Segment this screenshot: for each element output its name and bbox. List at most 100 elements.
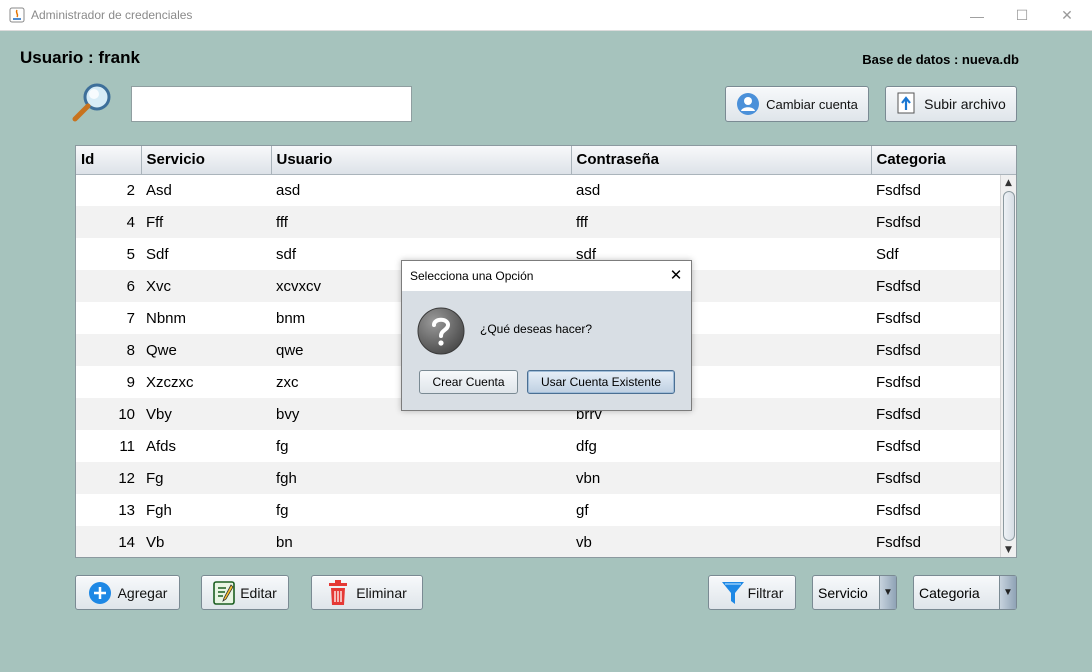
database-label: Base de datos : nueva.db	[862, 52, 1019, 67]
cell-service: Sdf	[146, 245, 169, 263]
column-header-password[interactable]: Contraseña	[571, 146, 872, 175]
table-row[interactable]: 2 Asd asd asd Fsdfsd	[76, 174, 1001, 206]
cell-id: 10	[76, 398, 141, 430]
cell-category: Fsdfsd	[876, 437, 922, 455]
cell-password: gf	[576, 501, 589, 519]
cell-id: 8	[76, 334, 141, 366]
cell-id: 11	[119, 437, 135, 455]
service-filter-value: Servicio	[818, 585, 868, 601]
create-account-button[interactable]: Crear Cuenta	[419, 370, 518, 394]
table-header-corner	[1000, 146, 1016, 175]
cell-category: Fsdfsd	[871, 526, 1001, 557]
cell-service: Fgh	[146, 501, 172, 519]
cell-user: fff	[271, 206, 571, 238]
cell-category: Fsdfsd	[876, 309, 922, 327]
category-filter-select[interactable]: Categoria ▼	[913, 575, 1017, 610]
edit-button[interactable]: Editar	[201, 575, 289, 610]
upload-file-button[interactable]: Subir archivo	[885, 86, 1017, 122]
trash-icon	[329, 579, 348, 605]
dialog-title: Selecciona una Opción	[410, 269, 534, 283]
cell-category: Fsdfsd	[871, 270, 1001, 302]
cell-id: 9	[126, 373, 135, 391]
cell-password: vbn	[571, 462, 871, 494]
cell-id: 12	[76, 462, 141, 494]
cell-id: 6	[76, 270, 141, 302]
cell-user: fg	[276, 437, 289, 455]
cell-category: Fsdfsd	[871, 398, 1001, 430]
current-user-label: Usuario : frank	[20, 48, 140, 67]
use-existing-account-button[interactable]: Usar Cuenta Existente	[527, 370, 675, 394]
cell-id: 13	[118, 501, 135, 519]
dialog-titlebar[interactable]: Selecciona una Opción ✕	[402, 261, 691, 291]
table-row[interactable]: 12 Fg fgh vbn Fsdfsd	[76, 462, 1001, 494]
column-header-id[interactable]: Id	[76, 146, 142, 175]
column-header-user[interactable]: Usuario	[271, 146, 572, 175]
upload-file-label: Subir archivo	[924, 96, 1006, 112]
cell-category: Sdf	[876, 245, 899, 263]
maximize-button[interactable]: ☐	[999, 0, 1045, 31]
table-row[interactable]: 11 Afds fg dfg Fsdfsd	[76, 430, 1001, 462]
cell-id: 5	[126, 245, 135, 263]
change-account-label: Cambiar cuenta	[766, 96, 858, 112]
dialog-close-icon[interactable]: ✕	[667, 266, 685, 284]
table-row[interactable]: 14 Vb bn vb Fsdfsd	[76, 526, 1001, 557]
table-scrollbar[interactable]: ▲ ▼	[1000, 175, 1016, 557]
cell-password: vb	[571, 526, 871, 557]
window-titlebar: Administrador de credenciales — ☐ ✕	[0, 0, 1092, 31]
window-title: Administrador de credenciales	[31, 8, 193, 22]
cell-user: asd	[276, 181, 301, 199]
java-app-icon	[9, 7, 25, 23]
user-icon	[737, 93, 760, 115]
cell-service: Afds	[146, 437, 177, 455]
minimize-button[interactable]: —	[954, 0, 1000, 31]
plus-icon	[88, 581, 111, 604]
cell-user: fgh	[271, 462, 571, 494]
option-dialog: Selecciona una Opción ✕ ¿Qué deseas hace…	[401, 260, 692, 411]
column-header-category[interactable]: Categoria	[871, 146, 1002, 175]
delete-button[interactable]: Eliminar	[311, 575, 423, 610]
cell-service: Qwe	[141, 334, 271, 366]
scroll-thumb[interactable]	[1003, 191, 1015, 541]
add-label: Agregar	[117, 584, 168, 601]
scroll-up-arrow-icon[interactable]: ▲	[1001, 176, 1016, 190]
cell-service: Nbnm	[146, 309, 187, 327]
filter-label: Filtrar	[747, 584, 784, 601]
cell-user: bn	[271, 526, 571, 557]
scroll-down-arrow-icon[interactable]: ▼	[1001, 543, 1016, 557]
question-icon	[417, 307, 465, 355]
cell-id: 7	[126, 309, 135, 327]
cell-password: dfg	[576, 437, 597, 455]
dialog-message: ¿Qué deseas hacer?	[480, 322, 593, 336]
cell-id: 2	[126, 181, 135, 199]
close-button[interactable]: ✕	[1044, 0, 1090, 31]
cell-service: Vby	[141, 398, 271, 430]
edit-icon	[213, 580, 236, 605]
column-header-service[interactable]: Servicio	[141, 146, 272, 175]
cell-category: Fsdfsd	[871, 206, 1001, 238]
cell-user: fg	[276, 501, 289, 519]
cell-service: Fg	[141, 462, 271, 494]
filter-icon	[721, 581, 744, 604]
chevron-down-icon[interactable]: ▼	[999, 576, 1016, 609]
cell-category: Fsdfsd	[871, 334, 1001, 366]
cell-password: fff	[571, 206, 871, 238]
search-icon	[72, 83, 111, 122]
service-filter-select[interactable]: Servicio ▼	[812, 575, 897, 610]
edit-label: Editar	[240, 584, 277, 601]
cell-category: Fsdfsd	[876, 181, 922, 199]
search-input[interactable]	[131, 86, 412, 122]
filter-button[interactable]: Filtrar	[708, 575, 796, 610]
add-button[interactable]: Agregar	[75, 575, 180, 610]
cell-service: Xvc	[141, 270, 271, 302]
change-account-button[interactable]: Cambiar cuenta	[725, 86, 869, 122]
upload-icon	[897, 92, 915, 114]
cell-category: Fsdfsd	[876, 373, 922, 391]
cell-id: 14	[76, 526, 141, 557]
delete-label: Eliminar	[356, 584, 407, 601]
table-row[interactable]: 4 Fff fff fff Fsdfsd	[76, 206, 1001, 238]
chevron-down-icon[interactable]: ▼	[879, 576, 896, 609]
cell-id: 4	[76, 206, 141, 238]
cell-category: Fsdfsd	[871, 462, 1001, 494]
table-row[interactable]: 13 Fgh fg gf Fsdfsd	[76, 494, 1001, 526]
cell-service: Vb	[141, 526, 271, 557]
